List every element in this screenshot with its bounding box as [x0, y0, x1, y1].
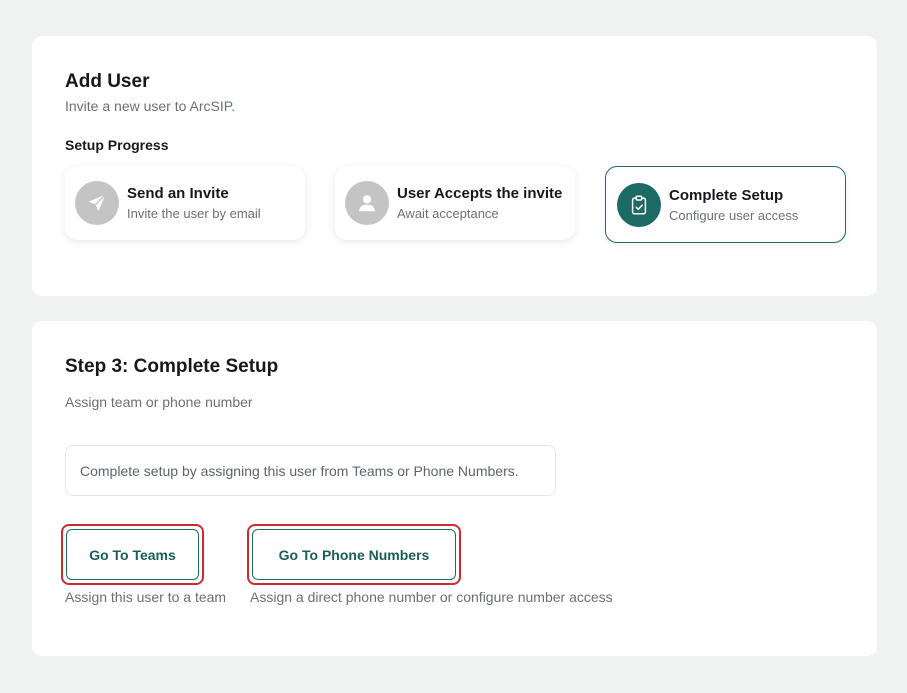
go-to-teams-button[interactable]: Go To Teams — [66, 529, 199, 580]
user-icon — [345, 181, 389, 225]
teams-button-highlight: Go To Teams — [61, 524, 204, 585]
info-box: Complete setup by assigning this user fr… — [65, 445, 556, 496]
step-description: Invite the user by email — [127, 206, 261, 221]
step-description: Await acceptance — [397, 206, 499, 221]
step-name: Send an Invite — [127, 185, 229, 202]
step-user-accepts: User Accepts the invite Await acceptance — [335, 166, 575, 240]
step-name: Complete Setup — [669, 187, 784, 204]
page-subtitle: Invite a new user to ArcSIP. — [65, 98, 236, 114]
add-user-card: Add User Invite a new user to ArcSIP. Se… — [32, 36, 877, 296]
clipboard-check-icon — [617, 183, 661, 227]
paper-plane-icon — [75, 181, 119, 225]
section-title: Step 3: Complete Setup — [65, 356, 279, 377]
step-complete-setup: Complete Setup Configure user access — [605, 166, 846, 243]
phone-caption: Assign a direct phone number or configur… — [250, 589, 613, 605]
step-name: User Accepts the invite — [397, 185, 563, 202]
section-subtitle: Assign team or phone number — [65, 394, 253, 410]
page-title: Add User — [65, 71, 150, 92]
setup-progress-label: Setup Progress — [65, 137, 169, 153]
step-send-invite: Send an Invite Invite the user by email — [65, 166, 305, 240]
complete-setup-card: Step 3: Complete Setup Assign team or ph… — [32, 321, 877, 656]
go-to-phone-numbers-button[interactable]: Go To Phone Numbers — [252, 529, 456, 580]
phone-button-highlight: Go To Phone Numbers — [247, 524, 461, 585]
teams-caption: Assign this user to a team — [65, 589, 227, 605]
step-description: Configure user access — [669, 208, 799, 223]
